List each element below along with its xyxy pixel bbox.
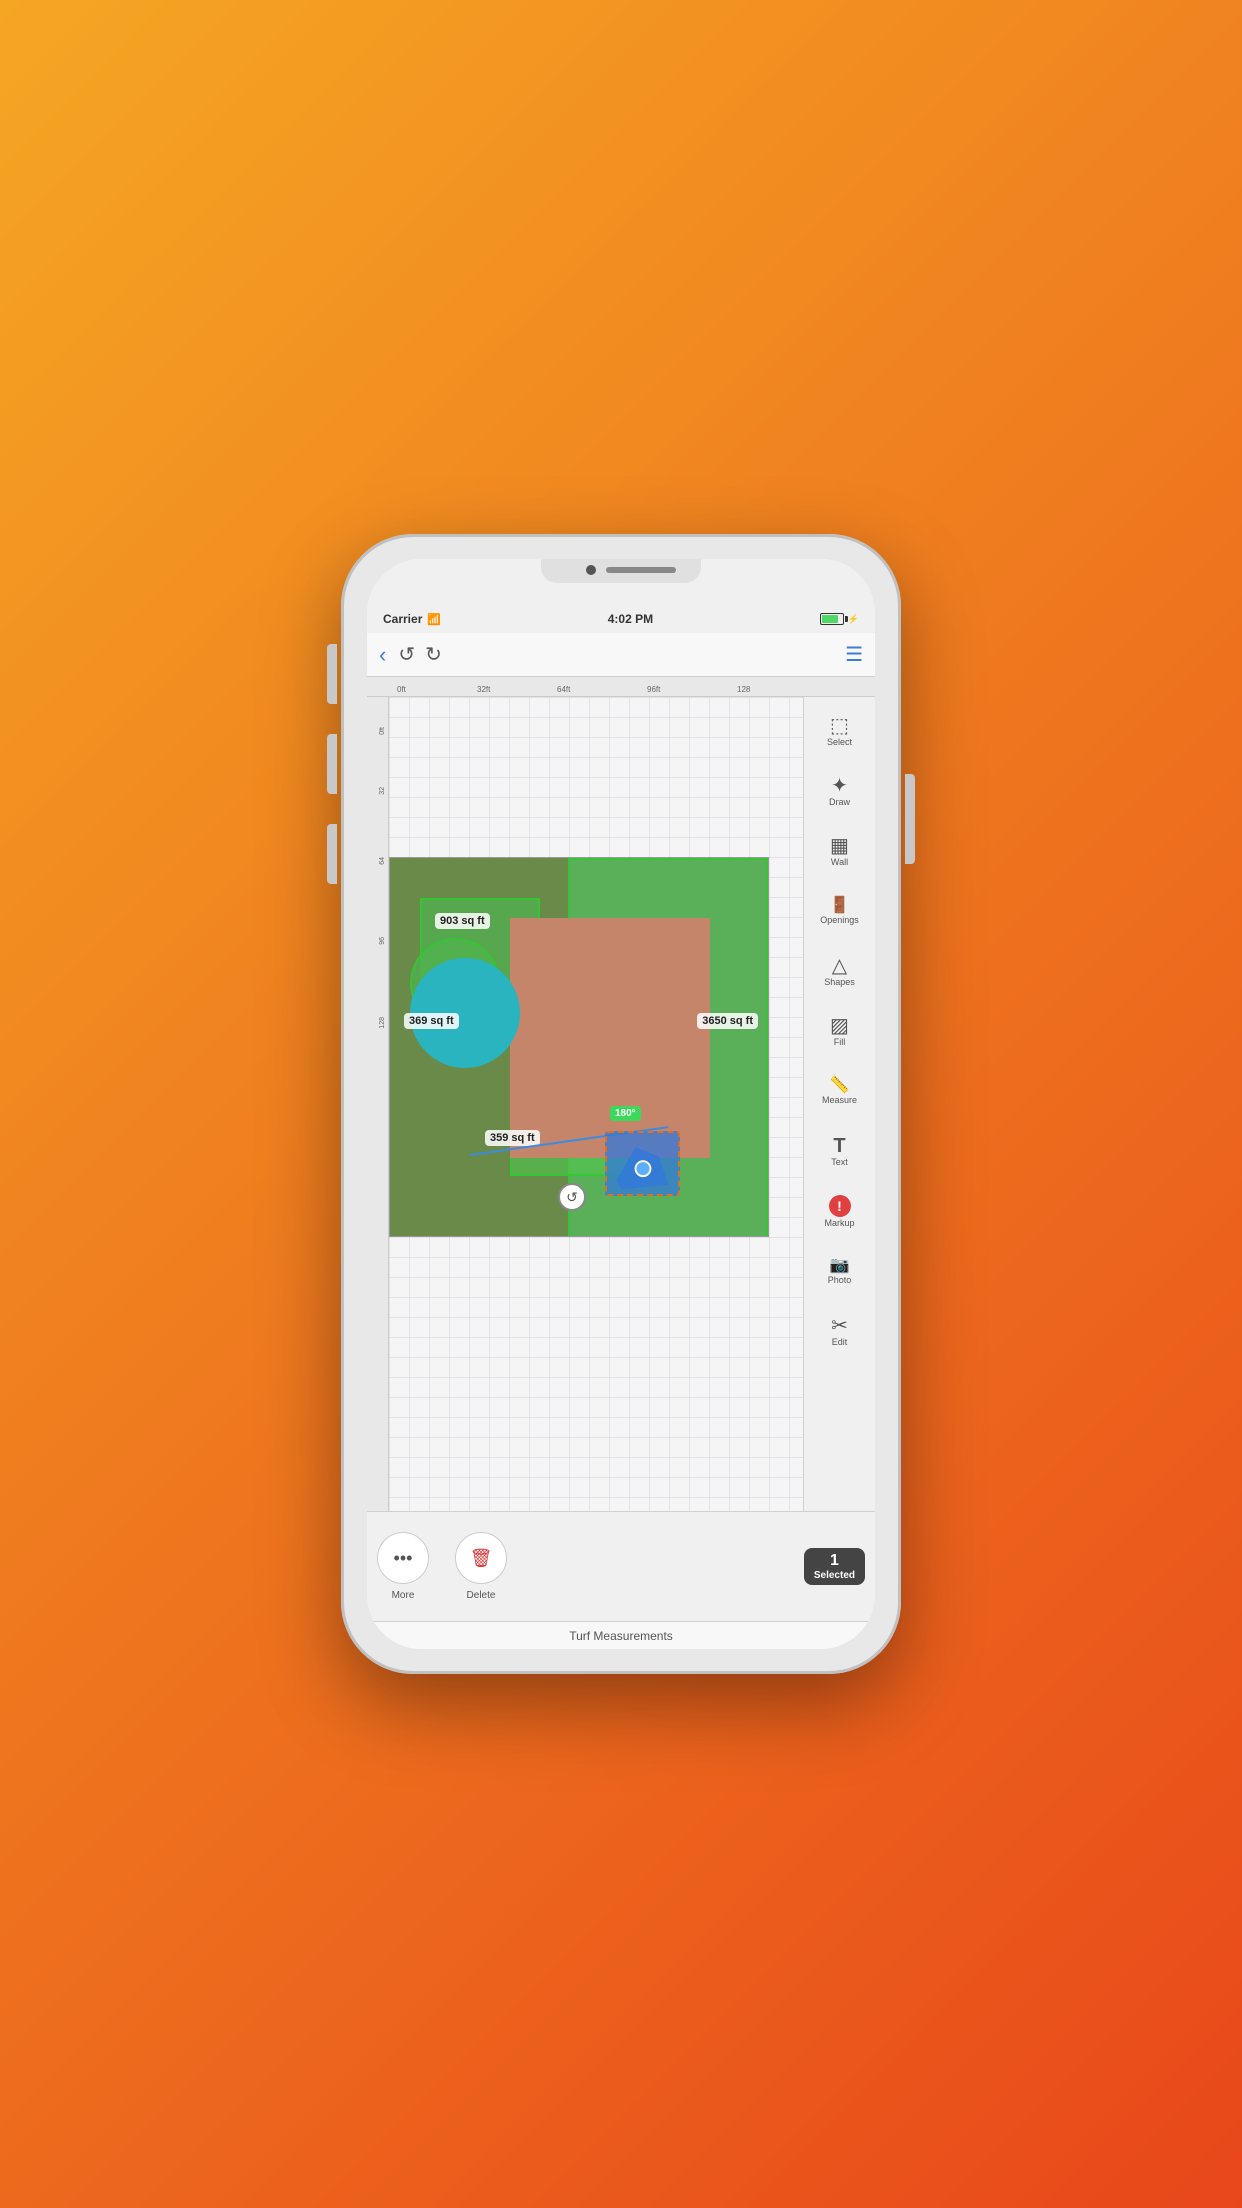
measure-icon: 📏 <box>830 1078 850 1094</box>
tool-measure[interactable]: 📏 Measure <box>809 1063 871 1121</box>
ruler-left: 0ft 32 64 96 128 <box>367 697 389 1511</box>
measurement-label-1: 903 sq ft <box>435 913 490 929</box>
canvas-area[interactable]: 903 sq ft 369 sq ft 3650 sq ft 359 sq ft… <box>389 697 803 1511</box>
right-sidebar: ⬚ Select ✦ Draw ▦ Wall 🚪 Openings △ <box>803 697 875 1511</box>
edit-icon: ✂ <box>831 1316 848 1336</box>
menu-button[interactable]: ☰ <box>845 642 863 667</box>
openings-label: Openings <box>820 916 859 926</box>
wall-label: Wall <box>831 858 848 868</box>
measurement-label-4: 359 sq ft <box>485 1130 540 1146</box>
tool-text[interactable]: T Text <box>809 1123 871 1181</box>
wifi-icon: 📶 <box>427 613 441 626</box>
battery-icon <box>820 613 844 625</box>
phone-top-notch <box>367 559 875 605</box>
ruler-mark-0: 0ft <box>397 685 406 694</box>
delete-column: 🗑 Delete <box>455 1532 507 1601</box>
ruler-left-mark-3: 64 <box>379 857 386 865</box>
photo-label: Photo <box>828 1276 852 1286</box>
shapes-label: Shapes <box>824 978 855 988</box>
measure-label-tool: Measure <box>822 1096 857 1106</box>
phone-frame: Carrier 📶 4:02 PM ⚡ ‹ ↺ ↻ ☰ 0ft 32ft 64f… <box>341 534 901 1674</box>
camera-dot <box>586 565 596 575</box>
selected-shape-icon <box>607 1133 678 1194</box>
tool-markup[interactable]: ! Markup <box>809 1183 871 1241</box>
tool-fill[interactable]: ▨ Fill <box>809 1003 871 1061</box>
measurement-label-3: 3650 sq ft <box>697 1013 758 1029</box>
phone-screen: Carrier 📶 4:02 PM ⚡ ‹ ↺ ↻ ☰ 0ft 32ft 64f… <box>367 559 875 1649</box>
tool-photo[interactable]: 📷 Photo <box>809 1243 871 1301</box>
toolbar: ‹ ↺ ↻ ☰ <box>367 633 875 677</box>
delete-button[interactable]: 🗑 <box>455 1532 507 1584</box>
redo-button[interactable]: ↻ <box>425 642 442 667</box>
tool-shapes[interactable]: △ Shapes <box>809 943 871 1001</box>
fill-label: Fill <box>834 1038 846 1048</box>
tool-draw[interactable]: ✦ Draw <box>809 763 871 821</box>
ruler-top: 0ft 32ft 64ft 96ft 128 <box>367 677 875 697</box>
select-icon: ⬚ <box>830 716 849 736</box>
text-icon: T <box>833 1136 845 1156</box>
selected-shape <box>605 1131 680 1196</box>
undo-button[interactable]: ↺ <box>398 642 415 667</box>
selected-label-text: Selected <box>814 1570 855 1581</box>
selected-badge: 1 Selected <box>804 1548 865 1585</box>
markup-label: Markup <box>824 1219 854 1229</box>
delete-label: Delete <box>467 1590 496 1601</box>
ruler-left-mark-2: 32 <box>379 787 386 795</box>
tool-wall[interactable]: ▦ Wall <box>809 823 871 881</box>
text-label: Text <box>831 1158 848 1168</box>
wall-icon: ▦ <box>830 836 849 856</box>
ruler-left-mark-4: 96 <box>379 937 386 945</box>
markup-icon: ! <box>829 1195 851 1217</box>
draw-icon: ✦ <box>831 776 848 796</box>
shapes-icon: △ <box>832 956 847 976</box>
status-bar: Carrier 📶 4:02 PM ⚡ <box>367 605 875 633</box>
edit-label: Edit <box>832 1338 848 1348</box>
photo-icon: 📷 <box>830 1258 850 1274</box>
more-column: ••• More <box>377 1532 429 1601</box>
rotate-handle[interactable]: ↺ <box>558 1183 586 1211</box>
app-title: Turf Measurements <box>569 1629 673 1643</box>
battery-fill <box>822 615 838 623</box>
bottom-bar: ••• More 🗑 Delete 1 Selected <box>367 1511 875 1621</box>
tool-edit[interactable]: ✂ Edit <box>809 1303 871 1361</box>
measurement-label-2: 369 sq ft <box>404 1013 459 1029</box>
status-right: ⚡ <box>820 613 859 625</box>
tool-openings[interactable]: 🚪 Openings <box>809 883 871 941</box>
more-button[interactable]: ••• <box>377 1532 429 1584</box>
ruler-left-mark-5: 128 <box>379 1017 386 1029</box>
speaker-bar <box>606 567 676 573</box>
back-button[interactable]: ‹ <box>379 642 386 668</box>
bolt-icon: ⚡ <box>848 614 859 625</box>
main-content: 0ft 32 64 96 128 <box>367 697 875 1511</box>
ruler-left-mark: 0ft <box>379 727 386 735</box>
select-label: Select <box>827 738 852 748</box>
draw-label: Draw <box>829 798 850 808</box>
fill-icon: ▨ <box>830 1016 849 1036</box>
ruler-mark-1: 32ft <box>477 685 490 694</box>
carrier-label: Carrier <box>383 612 422 626</box>
trash-icon: 🗑 <box>470 1548 493 1569</box>
ruler-mark-4: 128 <box>737 685 750 694</box>
house-footprint <box>510 918 710 1158</box>
ruler-mark-2: 64ft <box>557 685 570 694</box>
app-title-bar: Turf Measurements <box>367 1621 875 1649</box>
more-label: More <box>392 1590 415 1601</box>
openings-icon: 🚪 <box>830 898 850 914</box>
status-left: Carrier 📶 <box>383 612 441 626</box>
ruler-mark-3: 96ft <box>647 685 660 694</box>
aerial-photo: 903 sq ft 369 sq ft 3650 sq ft 359 sq ft… <box>389 857 769 1237</box>
selected-count: 1 <box>814 1552 855 1570</box>
time-display: 4:02 PM <box>608 612 653 626</box>
tool-select[interactable]: ⬚ Select <box>809 703 871 761</box>
angle-badge: 180° <box>610 1106 641 1121</box>
